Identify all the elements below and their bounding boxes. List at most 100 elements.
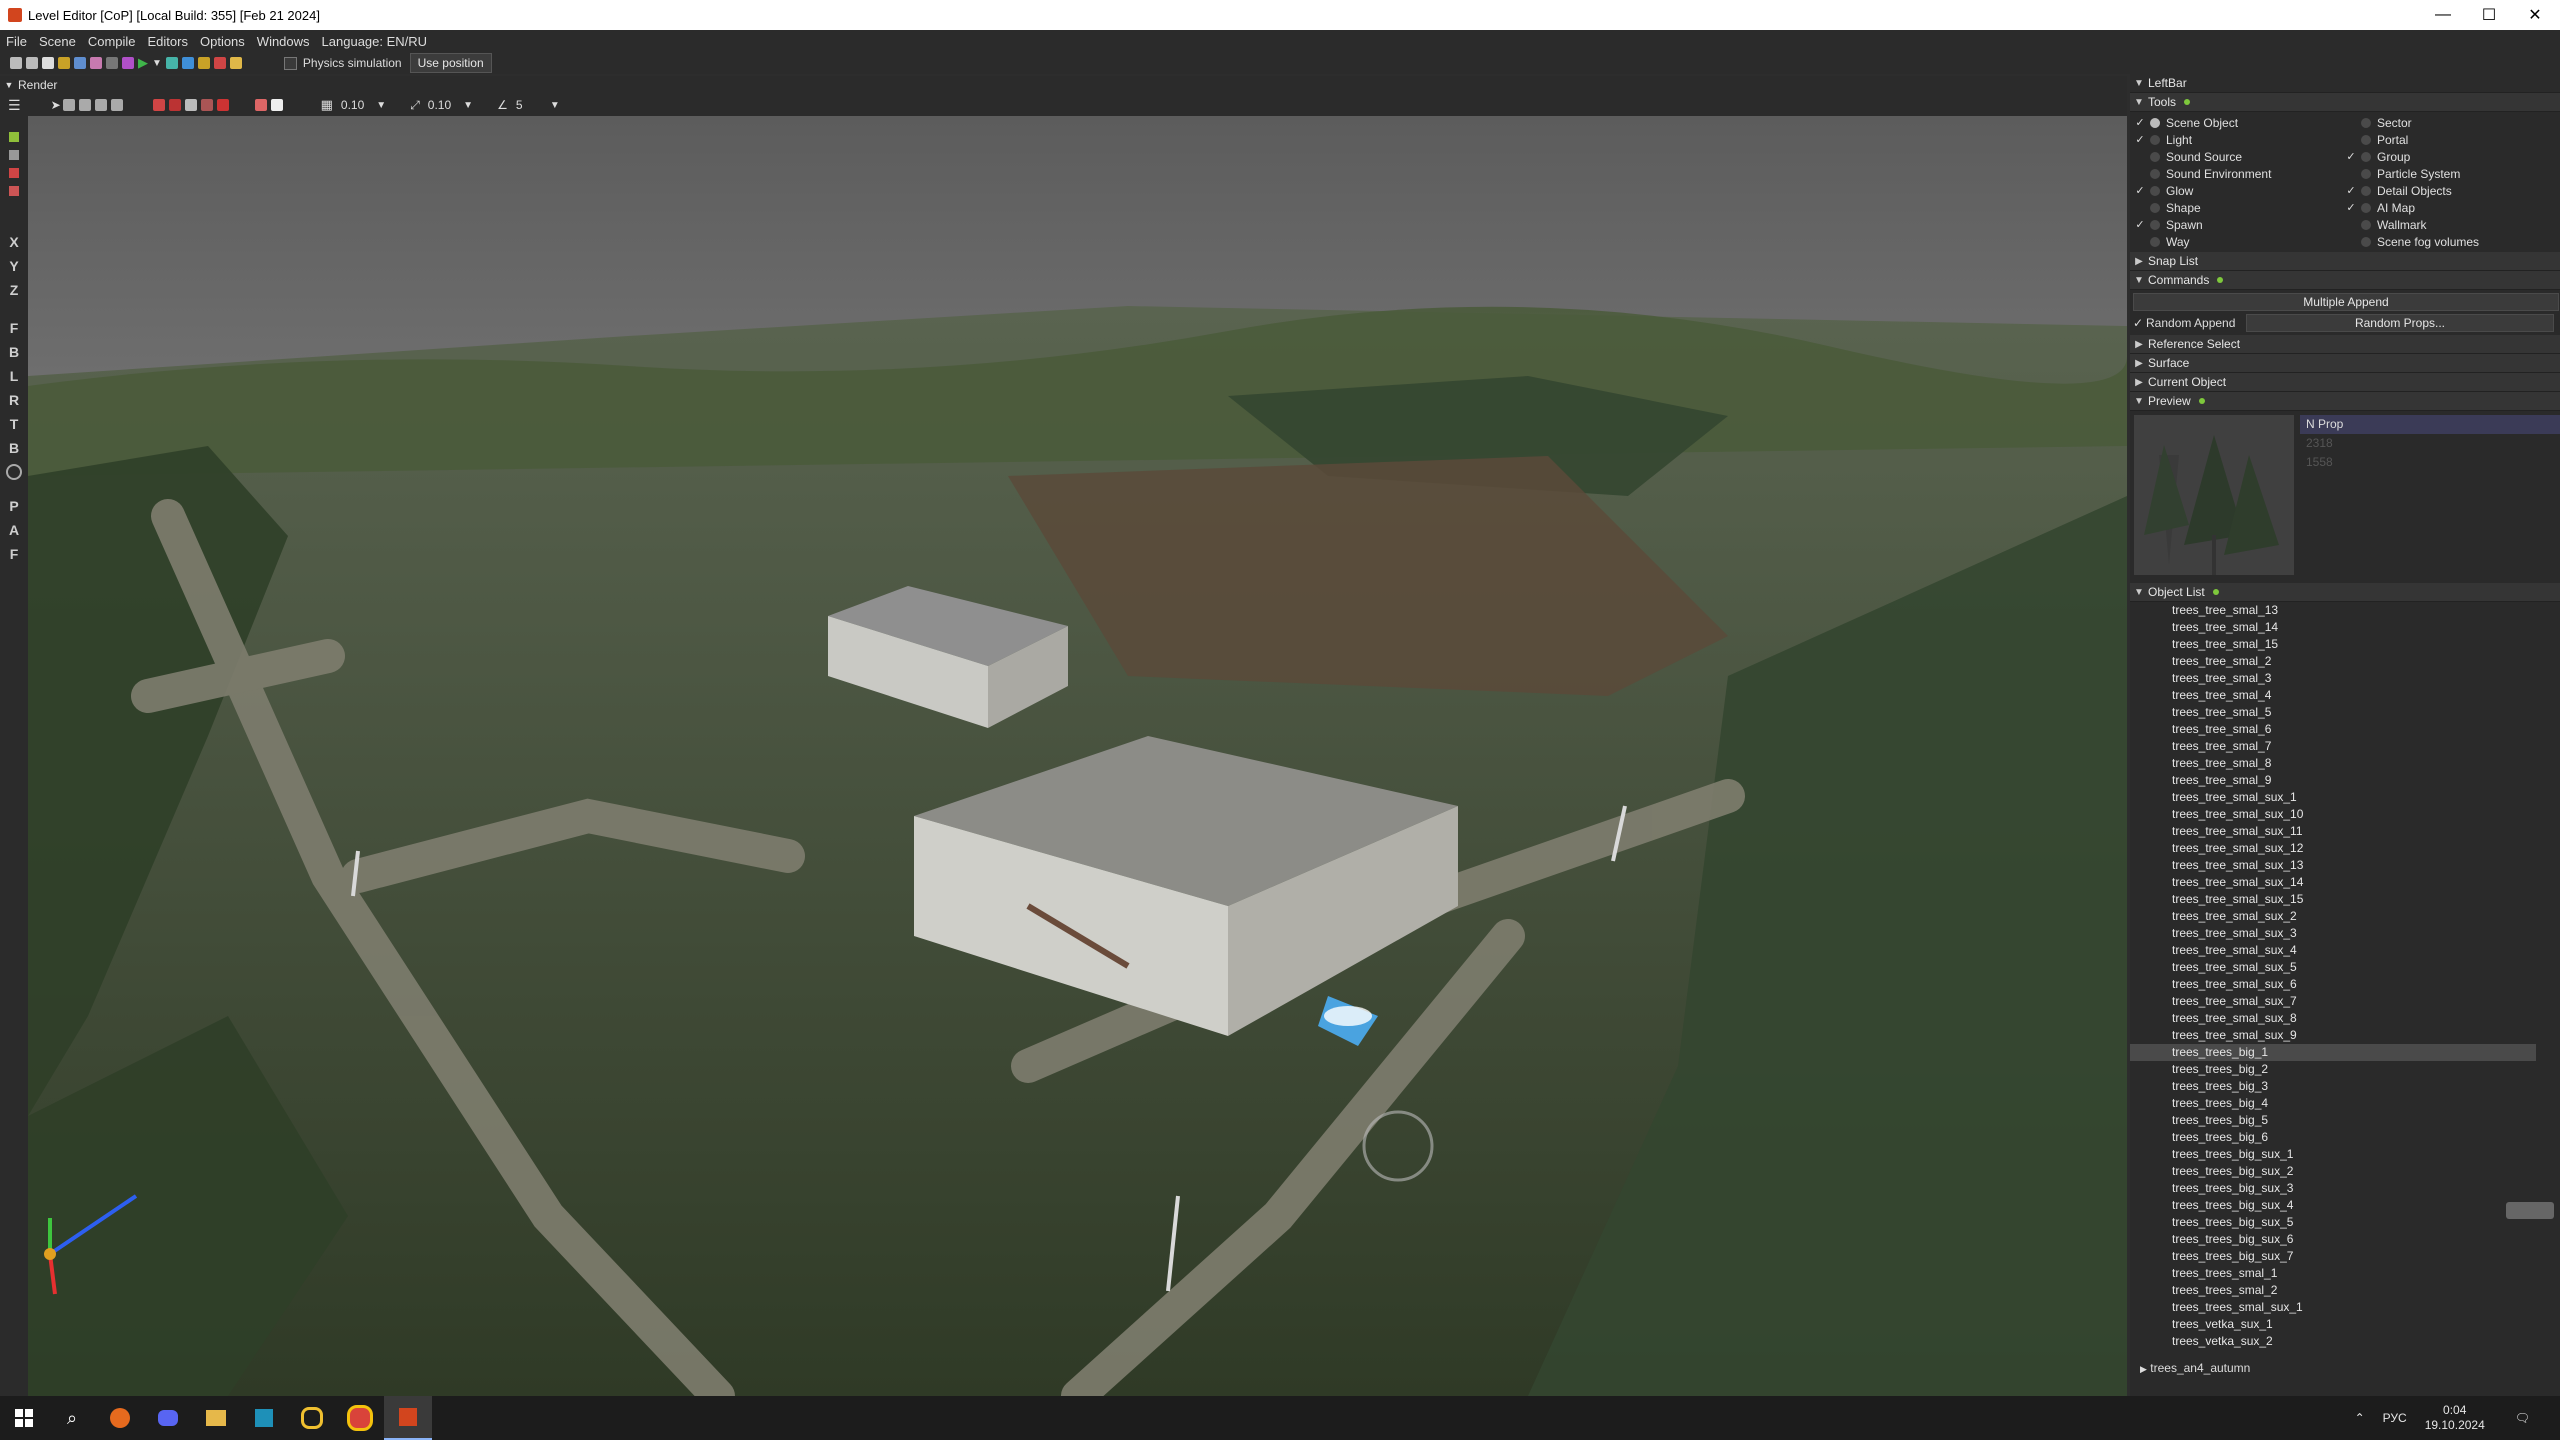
rotate-icon[interactable] <box>110 99 123 111</box>
commands-header[interactable]: ▼ Commands <box>2130 271 2560 290</box>
scale-icon[interactable] <box>94 99 107 111</box>
menu-language[interactable]: Language: EN/RU <box>316 34 434 49</box>
minimize-button[interactable]: — <box>2420 0 2466 30</box>
zoom-extents-icon[interactable] <box>254 99 267 111</box>
grid-step-dropdown-icon[interactable]: ▼ <box>376 100 386 111</box>
app-circle-icon[interactable] <box>288 1396 336 1440</box>
tool-spawn[interactable]: ✓ Spawn <box>2134 216 2345 233</box>
object-list-item[interactable]: trees_trees_smal_1 <box>2130 1265 2560 1282</box>
object-list-item[interactable]: trees_tree_smal_sux_3 <box>2130 925 2560 942</box>
tool-light[interactable]: ✓ Light <box>2134 131 2345 148</box>
menu-lines-icon[interactable]: ☰ <box>8 97 21 114</box>
axis-z-button[interactable]: Z <box>10 278 19 302</box>
object-list-item[interactable]: trees_tree_smal_sux_2 <box>2130 908 2560 925</box>
axis-y-button[interactable]: Y <box>9 254 18 278</box>
object-list-item[interactable]: trees_tree_smal_sux_10 <box>2130 806 2560 823</box>
object-list-item[interactable]: trees_trees_big_sux_7 <box>2130 1248 2560 1265</box>
folder-row[interactable]: ▶ trees_an4_autumn <box>2130 1360 2560 1377</box>
shader-icon[interactable] <box>122 57 134 69</box>
tool-wallmark[interactable]: Wallmark <box>2345 216 2556 233</box>
object-list-header[interactable]: ▼ Object List <box>2130 583 2560 602</box>
select-cursor-icon[interactable]: ➤ <box>51 98 61 112</box>
lock-icon[interactable] <box>9 186 19 196</box>
tool-ai-map[interactable]: ✓ AI Map <box>2345 199 2556 216</box>
preview-item-prop[interactable]: N Prop <box>2300 415 2560 434</box>
sound-icon[interactable] <box>90 57 102 69</box>
camera-icon[interactable] <box>270 99 283 111</box>
object-list-item[interactable]: trees_tree_smal_5 <box>2130 704 2560 721</box>
camera-arcball-button[interactable]: A <box>9 518 19 542</box>
radio-icon[interactable] <box>2150 134 2160 145</box>
radio-icon[interactable] <box>2150 202 2160 213</box>
scale-step-value[interactable]: 0.10 <box>428 98 451 112</box>
snap-rotate-icon[interactable] <box>216 99 229 111</box>
object-list-item[interactable]: trees_tree_smal_sux_5 <box>2130 959 2560 976</box>
open-folder-icon[interactable] <box>229 57 242 69</box>
menu-compile[interactable]: Compile <box>82 34 142 49</box>
radio-icon[interactable] <box>2361 168 2371 179</box>
app-blue-icon[interactable] <box>240 1396 288 1440</box>
close-button[interactable]: ✕ <box>2512 0 2558 30</box>
snap-object-icon[interactable] <box>152 99 165 111</box>
undo-icon[interactable] <box>10 57 22 69</box>
object-list-item[interactable]: trees_tree_smal_sux_9 <box>2130 1027 2560 1044</box>
object-list-item[interactable]: trees_trees_big_sux_4 <box>2130 1197 2560 1214</box>
object-list-item[interactable]: trees_tree_smal_sux_4 <box>2130 942 2560 959</box>
object-list-item[interactable]: trees_tree_smal_sux_1 <box>2130 789 2560 806</box>
radio-icon[interactable] <box>2361 236 2371 247</box>
tool-glow[interactable]: ✓ Glow <box>2134 182 2345 199</box>
random-append-check-icon[interactable]: ✓ <box>2130 316 2146 330</box>
random-props-button[interactable]: Random Props... <box>2246 314 2554 332</box>
axis-gizmo-icon[interactable] <box>9 132 19 142</box>
object-list-item[interactable]: trees_tree_smal_sux_11 <box>2130 823 2560 840</box>
settings-icon[interactable] <box>106 57 118 69</box>
radio-icon[interactable] <box>2150 117 2160 128</box>
reset-view-icon[interactable] <box>6 464 22 480</box>
snap-normal-icon[interactable] <box>184 99 197 111</box>
object-list-item[interactable]: trees_trees_big_sux_5 <box>2130 1214 2560 1231</box>
object-list-item[interactable]: trees_tree_smal_4 <box>2130 687 2560 704</box>
language-indicator[interactable]: РУС <box>2383 1411 2407 1425</box>
object-list-item[interactable]: trees_tree_smal_2 <box>2130 653 2560 670</box>
level-editor-taskbar-icon[interactable] <box>384 1396 432 1440</box>
maximize-button[interactable]: ☐ <box>2466 0 2512 30</box>
preview-header[interactable]: ▼ Preview <box>2130 392 2560 411</box>
object-list-item[interactable]: trees_tree_smal_sux_15 <box>2130 891 2560 908</box>
menu-file[interactable]: File <box>0 34 33 49</box>
move-icon[interactable] <box>78 99 91 111</box>
menu-scene[interactable]: Scene <box>33 34 82 49</box>
object-list-item[interactable]: trees_tree_smal_sux_6 <box>2130 976 2560 993</box>
object-list-item[interactable]: trees_trees_big_1 <box>2130 1044 2536 1061</box>
object-list-item[interactable]: trees_tree_smal_sux_12 <box>2130 840 2560 857</box>
frame-icon[interactable] <box>9 150 19 160</box>
render-section-header[interactable]: ▼ Render <box>0 76 2127 94</box>
radio-icon[interactable] <box>2361 185 2371 196</box>
new-file-icon[interactable] <box>42 57 54 69</box>
object-list-item[interactable]: trees_tree_smal_7 <box>2130 738 2560 755</box>
pivot-icon[interactable] <box>9 168 19 178</box>
redo-icon[interactable] <box>26 57 38 69</box>
camera-fly-button[interactable]: F <box>10 542 19 566</box>
tool-portal[interactable]: Portal <box>2345 131 2556 148</box>
tool-particle-system[interactable]: Particle System <box>2345 165 2556 182</box>
view-bottom-button[interactable]: B <box>9 436 19 460</box>
radio-icon[interactable] <box>2361 202 2371 213</box>
open-file-icon[interactable] <box>58 57 70 69</box>
object-list-item[interactable]: trees_trees_big_2 <box>2130 1061 2560 1078</box>
tool-scene-fog-volumes[interactable]: Scene fog volumes <box>2345 233 2556 250</box>
radio-icon[interactable] <box>2150 151 2160 162</box>
view-top-button[interactable]: T <box>10 412 19 436</box>
angle-step-value[interactable]: 5 <box>516 98 540 112</box>
scene-render[interactable] <box>28 116 2127 1396</box>
compile-icon[interactable] <box>181 57 194 69</box>
reference-select-header[interactable]: ▶ Reference Select <box>2130 335 2560 354</box>
radio-icon[interactable] <box>2361 134 2371 145</box>
radio-icon[interactable] <box>2150 185 2160 196</box>
tool-scene-object[interactable]: ✓ Scene Object <box>2134 114 2345 131</box>
object-list-item[interactable]: trees_trees_smal_sux_1 <box>2130 1299 2560 1316</box>
object-list-item[interactable]: trees_trees_big_6 <box>2130 1129 2560 1146</box>
object-list-item[interactable]: trees_tree_smal_8 <box>2130 755 2560 772</box>
tool-detail-objects[interactable]: ✓ Detail Objects <box>2345 182 2556 199</box>
object-list-item[interactable]: trees_tree_smal_6 <box>2130 721 2560 738</box>
tool-shape[interactable]: Shape <box>2134 199 2345 216</box>
